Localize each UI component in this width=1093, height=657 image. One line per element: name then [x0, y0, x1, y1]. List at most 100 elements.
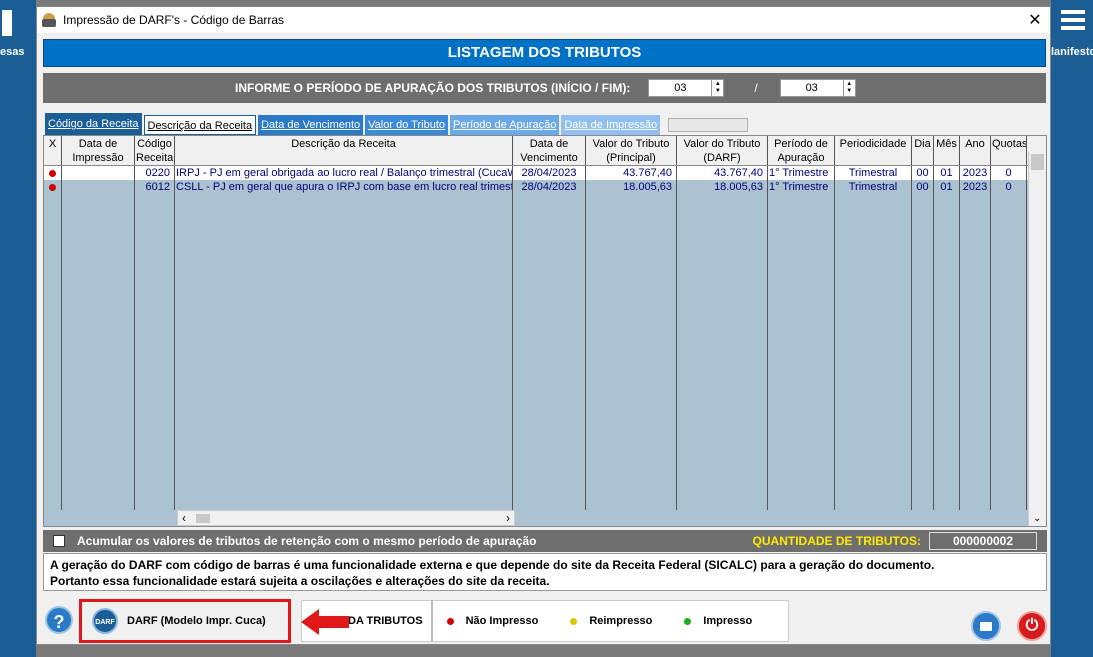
background-label-left: esas — [0, 46, 25, 58]
darf-button-label: DARF (Modelo Impr. Cuca) — [127, 615, 266, 627]
table-body: 0220 IRPJ - PJ em geral obrigada ao lucro… — [44, 166, 1046, 194]
cell-vencimento: 28/04/2023 — [513, 166, 586, 180]
yellow-dot-icon — [570, 617, 578, 625]
column-header[interactable]: Período de Apuração — [768, 136, 835, 165]
legend-impresso: Impresso — [684, 615, 752, 627]
chevron-right-icon[interactable]: › — [506, 511, 510, 525]
column-header-line: (Principal) — [606, 152, 656, 164]
background-label-right: lanifesto — [1051, 46, 1093, 58]
cell-periodo: 1° Trimestre — [768, 180, 835, 194]
cell-valor-principal: 18.005,63 — [586, 180, 677, 194]
tab-codigo-receita[interactable]: Código da Receita — [45, 113, 142, 135]
darf-modelo-button[interactable]: DARF DARF (Modelo Impr. Cuca) — [79, 599, 291, 643]
tab-valor-tributo[interactable]: Valor do Tributo — [365, 115, 448, 135]
cell-ano: 2023 — [960, 180, 991, 194]
tab-descricao-receita[interactable]: Descrição da Receita — [143, 115, 257, 135]
grid-icon[interactable] — [0, 8, 14, 38]
column-header[interactable]: Quotas — [991, 136, 1027, 165]
column-header-line: Impressão — [72, 152, 124, 164]
red-dot-icon — [446, 617, 454, 625]
column-header[interactable]: Descrição da Receita — [175, 136, 513, 165]
period-end-spinner[interactable]: 03 ▲ ▼ — [779, 79, 856, 97]
column-header[interactable]: Valor do Tributo (Principal) — [586, 136, 677, 165]
column-header[interactable]: Data de Vencimento — [513, 136, 586, 165]
chevron-down-icon[interactable]: ⌄ — [1033, 513, 1041, 524]
window-title: Impressão de DARF's - Código de Barras — [63, 13, 285, 27]
close-icon[interactable]: ✕ — [1020, 10, 1050, 30]
vertical-scrollbar[interactable]: ⌄ — [1028, 152, 1046, 526]
print-button[interactable] — [971, 611, 1001, 641]
period-start-spinner[interactable]: 03 ▲ ▼ — [648, 79, 725, 97]
title-bar: Impressão de DARF's - Código de Barras ✕ — [37, 7, 1050, 33]
column-header-line: Valor do Tributo — [683, 138, 761, 150]
tab-periodo-apuracao[interactable]: Período de Apuração — [450, 115, 560, 135]
cell-valor-darf: 43.767,40 — [677, 166, 768, 180]
page-title: LISTAGEM DOS TRIBUTOS — [43, 39, 1046, 67]
cell-valor-darf: 18.005,63 — [677, 180, 768, 194]
column-header[interactable]: Valor do Tributo (DARF) — [677, 136, 768, 165]
scroll-thumb[interactable] — [1031, 154, 1044, 170]
column-header[interactable]: Mês — [934, 136, 960, 165]
column-header-line: Periodicidade — [839, 138, 907, 150]
legend-label: Impresso — [703, 615, 753, 627]
cell-data-impressao — [62, 166, 135, 180]
list-arrow-icon[interactable] — [1061, 10, 1085, 38]
horizontal-scrollbar[interactable]: ‹ › — [177, 510, 515, 526]
hscroll-thumb[interactable] — [196, 514, 210, 523]
cell-descricao: CSLL - PJ em geral que apura o IRPJ com … — [176, 180, 513, 194]
tab-data-vencimento[interactable]: Data de Vencimento — [258, 115, 364, 135]
chevron-left-icon[interactable]: ‹ — [182, 511, 186, 525]
legend-tab-label[interactable]: DA TRIBUTOS — [348, 615, 423, 627]
cell-mes: 01 — [934, 166, 960, 180]
column-header-line: Vencimento — [520, 152, 578, 164]
column-header-line: Código — [137, 138, 172, 150]
legend-label: Reimpresso — [589, 615, 653, 627]
cell-dia: 00 — [912, 180, 934, 194]
background-app-left: esas — [0, 0, 36, 657]
table-row[interactable]: 0220 IRPJ - PJ em geral obrigada ao lucro… — [44, 166, 1046, 180]
column-header-line: (DARF) — [703, 152, 741, 164]
cell-mes: 01 — [934, 180, 960, 194]
column-header[interactable]: Dia — [912, 136, 934, 165]
help-button[interactable]: ? — [45, 606, 73, 634]
cell-periodicidade: Trimestral — [835, 166, 912, 180]
column-header[interactable]: Código Receita — [135, 136, 175, 165]
column-header-line: Quotas — [992, 138, 1027, 150]
darf-icon: DARF — [92, 608, 118, 634]
column-header[interactable]: Periodicidade — [835, 136, 912, 165]
table-row[interactable]: 6012 CSLL - PJ em geral que apura o IRPJ … — [44, 180, 1046, 194]
column-header-line: Dia — [914, 138, 931, 150]
tributos-table: X Data de Impressão Código Receita Descrição … — [43, 135, 1047, 527]
spinner-arrows-icon[interactable]: ▲ ▼ — [711, 80, 723, 96]
exit-button[interactable]: ⏻ — [1017, 611, 1047, 641]
legend-nao-impresso: Não Impresso — [446, 615, 539, 627]
column-header-line: Receita — [136, 152, 174, 164]
cell-quotas: 0 — [991, 180, 1027, 194]
sort-tabs: Código da Receita Descrição da Receita D… — [45, 113, 1046, 135]
column-header[interactable]: Data de Impressão — [62, 136, 135, 165]
column-header[interactable]: X — [44, 136, 62, 165]
info-message: A geração do DARF com código de barras é… — [43, 553, 1047, 591]
period-bar: INFORME O PERÍODO DE APURAÇÃO DOS TRIBUT… — [43, 73, 1046, 103]
status-legend: DA TRIBUTOS Não Impresso Reimpresso Impr… — [301, 600, 789, 642]
spinner-arrows-icon[interactable]: ▲ ▼ — [842, 80, 855, 96]
period-label: INFORME O PERÍODO DE APURAÇÃO DOS TRIBUT… — [235, 81, 631, 95]
accumulate-checkbox[interactable] — [53, 535, 65, 547]
status-dot-icon — [44, 180, 62, 194]
period-start-value[interactable]: 03 — [649, 80, 711, 96]
table-header: X Data de Impressão Código Receita Descrição … — [44, 136, 1046, 166]
accumulate-bar: Acumular os valores de tributos de reten… — [43, 530, 1047, 552]
legend-label: Não Impresso — [465, 615, 539, 627]
column-header-line: Data de — [529, 138, 569, 150]
app-icon — [41, 12, 57, 28]
green-dot-icon — [684, 617, 692, 625]
background-app-right: lanifesto — [1051, 0, 1093, 657]
legend-divider — [430, 600, 433, 642]
cell-descricao: IRPJ - PJ em geral obrigada ao lucro rea… — [176, 166, 513, 180]
period-end-value[interactable]: 03 — [781, 80, 843, 96]
tab-data-impressao[interactable]: Data de Impressão — [561, 115, 661, 135]
red-arrow-icon — [301, 609, 349, 635]
column-header-line: Apuração — [777, 152, 825, 164]
column-header[interactable]: Ano — [960, 136, 991, 165]
status-dot-icon — [44, 166, 62, 180]
